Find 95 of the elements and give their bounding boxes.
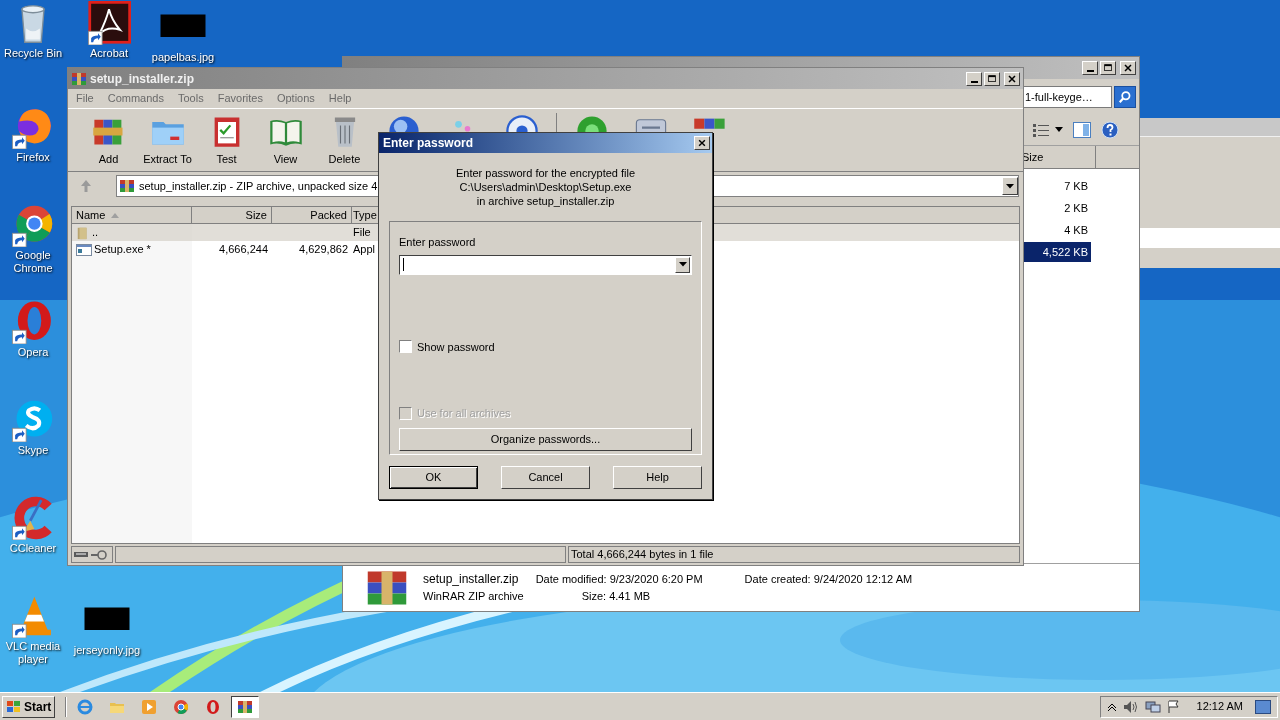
- close-icon: [696, 138, 708, 148]
- view-options-button[interactable]: [1033, 123, 1063, 137]
- size-cell[interactable]: 7 KB: [1021, 176, 1091, 196]
- field-label: Enter password: [399, 235, 476, 250]
- dropdown-button[interactable]: [1002, 177, 1018, 195]
- size-cell[interactable]: 2 KB: [1021, 198, 1091, 218]
- pdf-app-icon[interactable]: [87, 1, 131, 45]
- date-modified: Date modified: 9/23/2020 6:20 PM: [535, 572, 703, 586]
- message-text: C:\Users\admin\Desktop\Setup.exe: [459, 180, 632, 194]
- browser-ball-icon: [173, 698, 190, 715]
- date-created: Date created: 9/24/2020 12:12 AM: [743, 572, 913, 586]
- size-cell[interactable]: 4 KB: [1021, 220, 1091, 240]
- network-icon[interactable]: [1144, 699, 1161, 714]
- menu-item[interactable]: Favorites: [217, 90, 263, 107]
- menu-item[interactable]: Tools: [178, 90, 204, 107]
- search-icon: [1118, 90, 1132, 104]
- organize-passwords-button[interactable]: Organize passwords...: [399, 427, 692, 451]
- table-cell: 4,629,862: [299, 243, 348, 256]
- message-text: in archive setup_installer.zip: [476, 194, 615, 208]
- delete-button[interactable]: Delete: [316, 113, 373, 168]
- search-field[interactable]: 1-full-keyge…: [1022, 86, 1112, 108]
- menu-item[interactable]: Help: [328, 90, 352, 107]
- dropdown-button[interactable]: [675, 256, 690, 273]
- table-cell: File: [353, 226, 371, 239]
- checkbox[interactable]: [399, 340, 412, 354]
- close-button[interactable]: [694, 136, 710, 150]
- status-text: Total 4,666,244 bytes in 1 file: [568, 546, 1020, 563]
- close-button[interactable]: [1004, 71, 1020, 86]
- search-button[interactable]: [1114, 86, 1136, 108]
- dialog-button[interactable]: OK: [389, 466, 478, 489]
- drive-icon: [74, 550, 88, 559]
- dropdown-arrow-icon: [1055, 127, 1063, 133]
- extract-button[interactable]: Extract To: [139, 113, 196, 168]
- add-button[interactable]: Add: [80, 113, 137, 168]
- table-cell: 4,666,244: [219, 243, 268, 256]
- program-window-icon: [76, 242, 92, 257]
- maximize-button[interactable]: [1100, 61, 1116, 75]
- ring-icon: [205, 698, 222, 715]
- close-icon: [1121, 62, 1135, 74]
- browser-ball-icon[interactable]: [11, 203, 55, 247]
- file-name: setup_installer.zip: [423, 572, 520, 586]
- view-button[interactable]: View: [257, 113, 314, 168]
- minimize-button[interactable]: [1082, 61, 1098, 75]
- maximize-button[interactable]: [984, 71, 1000, 86]
- list-view-icon: [1033, 123, 1049, 137]
- help-icon[interactable]: [1101, 121, 1119, 139]
- archive-icon: [237, 698, 254, 715]
- icon-label[interactable]: papelbas.jpg: [149, 51, 217, 64]
- dropdown-arrow-icon: [1006, 183, 1014, 189]
- table-cell: Appl: [353, 243, 376, 256]
- file-type: WinRAR ZIP archive: [423, 589, 524, 603]
- archive-icon: [71, 70, 87, 87]
- text-cursor: [403, 258, 404, 271]
- close-button[interactable]: [1120, 61, 1136, 75]
- icon-label[interactable]: Recycle Bin: [1, 47, 65, 60]
- clock: 12:12 AM: [1196, 699, 1243, 715]
- close-icon: [1005, 72, 1019, 85]
- key-icon: [91, 549, 107, 560]
- file-row-name[interactable]: ..: [72, 224, 192, 241]
- taskbar-button[interactable]: [231, 695, 260, 718]
- password-field[interactable]: [399, 254, 692, 275]
- window-title: setup_installer.zip: [90, 70, 195, 88]
- maximize-icon: [1101, 62, 1115, 74]
- play-icon: [141, 698, 158, 715]
- icon-label[interactable]: Acrobat: [88, 47, 130, 60]
- menu-item[interactable]: Options: [276, 90, 315, 107]
- dialog-button[interactable]: Help: [613, 466, 702, 489]
- checkbox-option[interactable]: Show password: [399, 338, 495, 355]
- browser-e-icon: [77, 698, 94, 715]
- menu-item[interactable]: Commands: [107, 90, 164, 107]
- path-text: setup_installer.zip - ZIP archive, unpacked size 4: [139, 178, 378, 194]
- minimize-button[interactable]: [966, 71, 982, 86]
- test-button[interactable]: Test: [198, 113, 255, 168]
- minimize-icon: [1086, 70, 1094, 72]
- icon-label[interactable]: Firefox: [14, 151, 52, 164]
- size-cell[interactable]: 4,522 KB: [1021, 242, 1091, 262]
- menu-item[interactable]: File: [76, 90, 94, 107]
- maximize-icon: [985, 72, 999, 85]
- archive-icon: [119, 178, 135, 194]
- preview-pane-icon[interactable]: [1073, 122, 1091, 138]
- file-row-name[interactable]: Setup.exe *: [72, 241, 192, 258]
- dialog-button[interactable]: Cancel: [501, 466, 590, 489]
- sort-arrow-icon: [111, 212, 120, 218]
- start-button[interactable]: Start: [2, 695, 56, 718]
- flag-icon[interactable]: [1166, 699, 1181, 714]
- file-size: Size: 4.41 MB: [580, 589, 652, 603]
- cloud-icon[interactable]: [11, 398, 55, 442]
- dropdown-arrow-icon: [678, 262, 687, 267]
- chevron-up-icon[interactable]: [1106, 701, 1117, 712]
- show-desktop-button[interactable]: [1255, 699, 1271, 714]
- icon-label[interactable]: Google Chrome: [0, 249, 66, 275]
- folder-icon: [76, 225, 90, 240]
- speaker-icon[interactable]: [1122, 699, 1139, 714]
- dialog-title: Enter password: [383, 135, 474, 152]
- windows-logo-icon: [6, 699, 22, 714]
